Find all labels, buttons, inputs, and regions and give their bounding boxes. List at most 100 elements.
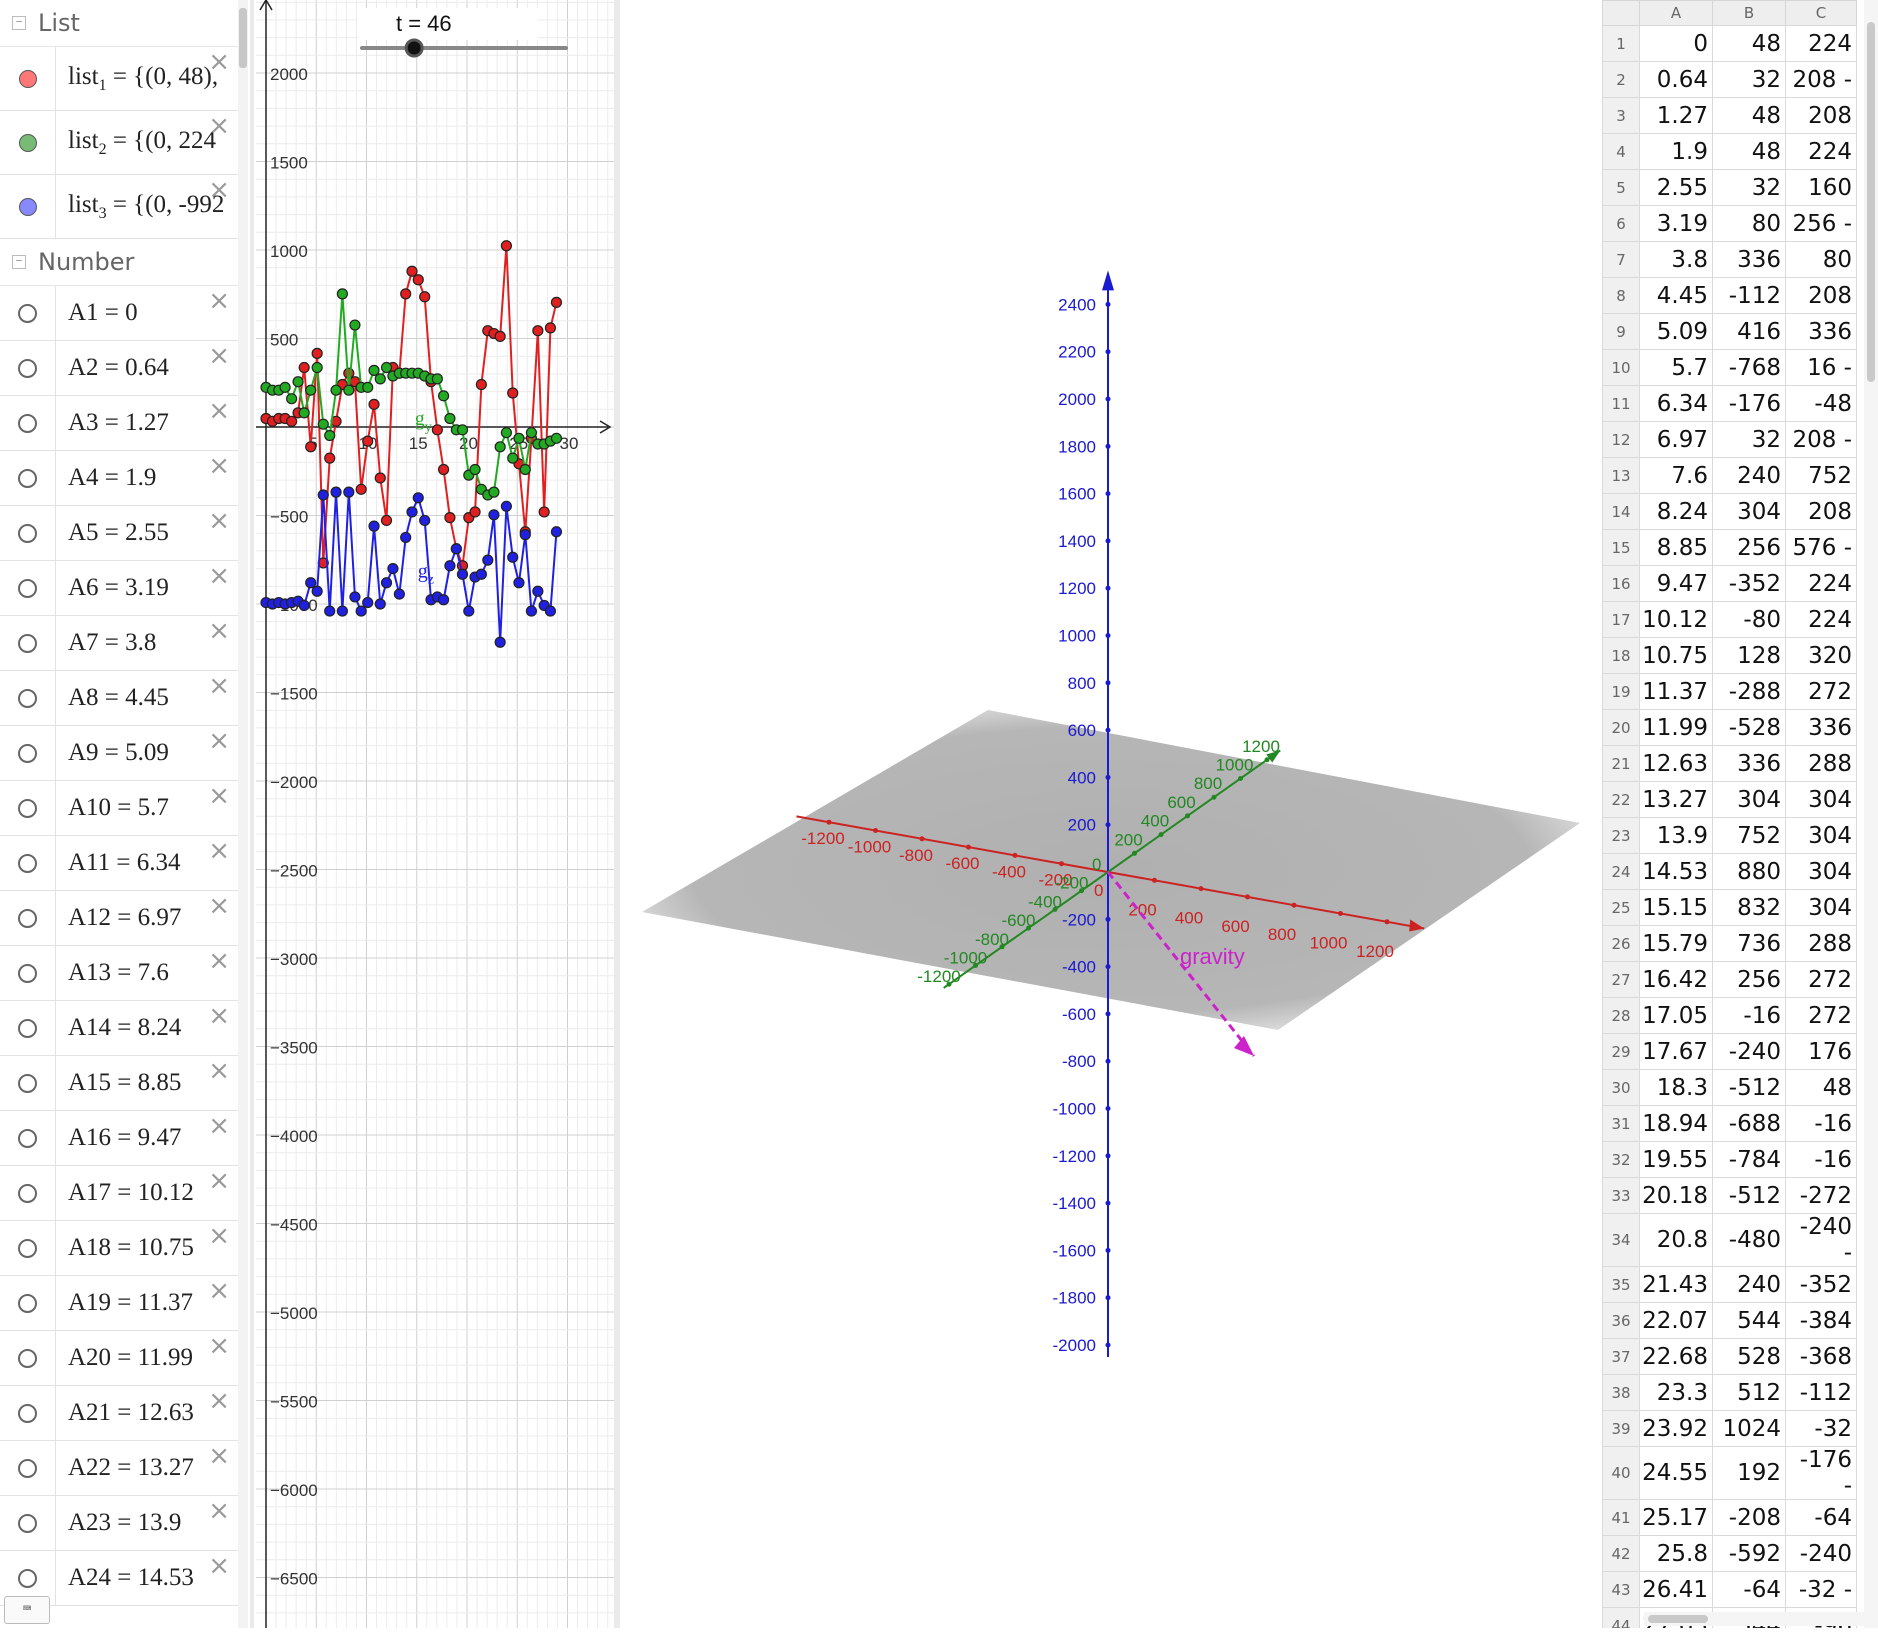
data-point[interactable]	[324, 429, 336, 442]
radio-icon[interactable]	[18, 798, 37, 818]
graphics-view-3d[interactable]: 2400 2200 2000 1800 1600 1400 1200 1000 800 600 40…	[620, 0, 1600, 1628]
delete-icon[interactable]: ×	[208, 398, 230, 424]
data-point[interactable]	[286, 415, 298, 427]
spreadsheet-cell[interactable]: 336	[1785, 709, 1857, 746]
visibility-toggle[interactable]	[0, 946, 56, 1000]
spreadsheet-cell[interactable]: 9.47	[1639, 565, 1713, 602]
row-header[interactable]: 12	[1602, 421, 1640, 458]
collapse-icon[interactable]: −	[12, 255, 26, 269]
data-point[interactable]	[507, 551, 519, 563]
spreadsheet-cell[interactable]: 208	[1785, 97, 1857, 134]
data-point[interactable]	[507, 452, 519, 464]
spreadsheet-cell[interactable]: 32	[1712, 169, 1786, 206]
data-point[interactable]	[387, 562, 399, 575]
data-point[interactable]	[355, 483, 367, 495]
view-divider[interactable]	[250, 0, 254, 1628]
spreadsheet-cell[interactable]: 288	[1785, 925, 1857, 962]
spreadsheet-cell[interactable]: -528	[1712, 709, 1786, 746]
spreadsheet-cell[interactable]: 20.8	[1639, 1213, 1713, 1267]
radio-icon[interactable]	[18, 1183, 37, 1203]
algebra-number-row[interactable]: A19 = 11.37 ×	[0, 1276, 248, 1331]
row-header[interactable]: 22	[1602, 781, 1640, 818]
data-point[interactable]	[475, 378, 487, 391]
spreadsheet-cell[interactable]: 128	[1712, 637, 1786, 674]
spreadsheet-cell[interactable]: 20.18	[1639, 1177, 1713, 1214]
algebra-number-row[interactable]: A4 = 1.9 ×	[0, 451, 248, 506]
visibility-toggle[interactable]	[0, 47, 56, 110]
row-header[interactable]: 29	[1602, 1033, 1640, 1070]
data-point[interactable]	[456, 424, 469, 436]
spreadsheet-cell[interactable]: 288	[1785, 745, 1857, 782]
spreadsheet-cell[interactable]: 256	[1712, 961, 1786, 998]
visibility-toggle[interactable]	[0, 341, 56, 395]
delete-icon[interactable]: ×	[208, 1223, 230, 1249]
radio-icon[interactable]	[18, 963, 37, 983]
spreadsheet-cell[interactable]: 13.27	[1639, 781, 1713, 818]
spreadsheet-cell[interactable]: -240	[1712, 1033, 1786, 1070]
spreadsheet-cell[interactable]: 736	[1712, 925, 1786, 962]
algebra-number-row[interactable]: A11 = 6.34 ×	[0, 836, 248, 891]
delete-icon[interactable]: ×	[208, 288, 230, 314]
spreadsheet-cell[interactable]: 16 -	[1785, 349, 1857, 386]
spreadsheet-cell[interactable]: 272	[1785, 997, 1857, 1034]
spreadsheet-cell[interactable]: -64	[1785, 1499, 1857, 1536]
spreadsheet-cell[interactable]: 224	[1785, 565, 1857, 602]
radio-icon[interactable]	[18, 853, 37, 873]
spreadsheet-cell[interactable]: 208	[1785, 493, 1857, 530]
algebra-number-row[interactable]: A15 = 8.85 ×	[0, 1056, 248, 1111]
row-header[interactable]: 23	[1602, 817, 1640, 854]
spreadsheet-cell[interactable]: 304	[1785, 781, 1857, 818]
visibility-toggle[interactable]	[0, 1166, 56, 1220]
delete-icon[interactable]: ×	[208, 177, 230, 203]
column-header[interactable]: C	[1785, 0, 1857, 26]
group-header-list[interactable]: − List	[0, 0, 248, 47]
spreadsheet-cell[interactable]: -592	[1712, 1535, 1786, 1572]
spreadsheet-cell[interactable]: -32 -	[1785, 1571, 1857, 1608]
data-point[interactable]	[532, 325, 544, 337]
spreadsheet-cell[interactable]: 304	[1785, 889, 1857, 926]
data-point[interactable]	[317, 489, 329, 501]
spreadsheet-vscroll[interactable]	[1864, 0, 1878, 1628]
spreadsheet-cell[interactable]: 272	[1785, 673, 1857, 710]
spreadsheet-cell[interactable]: -176	[1712, 385, 1786, 422]
visibility-toggle[interactable]	[0, 1056, 56, 1110]
row-header[interactable]: 10	[1602, 349, 1640, 386]
spreadsheet-cell[interactable]: -16	[1785, 1105, 1857, 1142]
data-point[interactable]	[500, 500, 512, 512]
visibility-toggle[interactable]	[0, 111, 56, 174]
delete-icon[interactable]: ×	[208, 948, 230, 974]
slider-handle[interactable]	[404, 38, 424, 58]
data-point[interactable]	[550, 432, 563, 444]
data-point[interactable]	[393, 588, 405, 600]
data-point[interactable]	[456, 568, 469, 580]
delete-icon[interactable]: ×	[208, 893, 230, 919]
keyboard-icon[interactable]: ⌨	[4, 1596, 50, 1624]
spreadsheet-cell[interactable]: 0.64	[1639, 61, 1713, 98]
data-point[interactable]	[406, 265, 418, 277]
algebra-list-row[interactable]: list2 = {(0, 224 ×	[0, 111, 248, 175]
spreadsheet-cell[interactable]: 256 -	[1785, 205, 1857, 242]
delete-icon[interactable]: ×	[208, 1058, 230, 1084]
spreadsheet-cell[interactable]: 304	[1712, 781, 1786, 818]
data-point[interactable]	[343, 384, 355, 396]
row-header[interactable]: 33	[1602, 1177, 1640, 1214]
visibility-toggle[interactable]	[0, 286, 56, 340]
data-point[interactable]	[494, 636, 506, 648]
spreadsheet-cell[interactable]: 12.63	[1639, 745, 1713, 782]
data-point[interactable]	[406, 506, 418, 518]
row-header[interactable]: 5	[1602, 169, 1640, 206]
delete-icon[interactable]: ×	[208, 1168, 230, 1194]
data-point[interactable]	[380, 514, 393, 527]
spreadsheet-cell[interactable]: 336	[1785, 313, 1857, 350]
radio-icon[interactable]	[18, 1018, 37, 1038]
delete-icon[interactable]: ×	[208, 1113, 230, 1139]
spreadsheet-cell[interactable]: 48	[1712, 25, 1786, 62]
spreadsheet-cell[interactable]: 25.8	[1639, 1535, 1713, 1572]
visibility-toggle[interactable]	[0, 616, 56, 670]
radio-icon[interactable]	[18, 908, 37, 928]
row-header[interactable]: 41	[1602, 1499, 1640, 1536]
visibility-toggle[interactable]	[0, 1441, 56, 1495]
row-header[interactable]: 27	[1602, 961, 1640, 998]
row-header[interactable]: 13	[1602, 457, 1640, 494]
spreadsheet-cell[interactable]: 240	[1712, 1266, 1786, 1303]
